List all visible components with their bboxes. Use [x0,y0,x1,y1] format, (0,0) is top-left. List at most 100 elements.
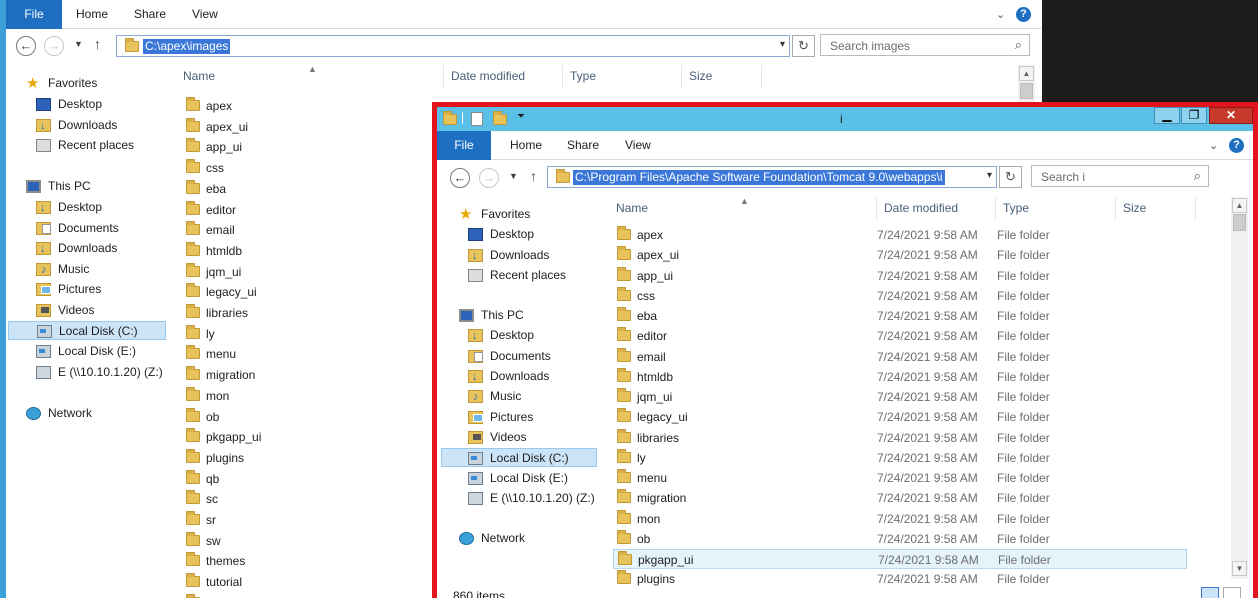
table-row[interactable]: ob 7/24/2021 9:58 AM File folder [613,529,1187,549]
list-item[interactable]: WEB-INF [182,593,422,598]
address-dropdown-icon[interactable]: ▾ [780,39,785,50]
table-row[interactable]: jqm_ui 7/24/2021 9:58 AM File folder [613,387,1187,407]
search-box[interactable]: Search i ⌕ [1031,165,1209,187]
maximize-button[interactable]: ❐ [1181,107,1207,124]
table-row[interactable]: pkgapp_ui 7/24/2021 9:58 AM File folder [613,549,1187,569]
list-item[interactable]: jqm_ui [182,262,422,282]
column-type[interactable]: Type [563,65,682,88]
large-icons-view-icon[interactable] [1223,587,1241,598]
list-item[interactable]: ly [182,324,422,344]
new-folder-icon[interactable] [493,111,507,125]
table-row[interactable]: mon 7/24/2021 9:58 AM File folder [613,509,1187,529]
list-item[interactable]: email [182,220,422,240]
details-view-icon[interactable] [1201,587,1219,598]
column-date-modified[interactable]: Date modified [444,65,563,88]
scroll-up-icon[interactable]: ▲ [1019,66,1034,81]
forward-button[interactable]: → [44,36,64,56]
list-item[interactable]: qb [182,469,422,489]
help-icon[interactable]: ? [1229,138,1244,153]
table-row[interactable]: legacy_ui 7/24/2021 9:58 AM File folder [613,407,1187,427]
list-item[interactable]: css [182,158,422,178]
address-bar[interactable]: C:\Program Files\Apache Software Foundat… [547,166,997,188]
tab-file[interactable]: File [437,131,491,160]
list-item[interactable]: pkgapp_ui [182,427,422,447]
list-item[interactable]: themes [182,551,422,571]
address-bar[interactable]: C:\apex\images ▾ [116,35,790,57]
list-item[interactable]: eba [182,179,422,199]
table-row[interactable]: editor 7/24/2021 9:58 AM File folder [613,326,1187,346]
up-arrow-icon[interactable]: ↑ [530,168,537,184]
table-row[interactable]: htmldb 7/24/2021 9:58 AM File folder [613,367,1187,387]
table-row[interactable]: email 7/24/2021 9:58 AM File folder [613,347,1187,367]
column-type[interactable]: Type [996,197,1116,220]
column-date-modified[interactable]: Date modified [877,197,996,220]
list-item[interactable]: sr [182,510,422,530]
list-item[interactable]: menu [182,344,422,364]
list-item[interactable]: plugins [182,448,422,468]
address-path[interactable]: C:\apex\images [143,39,231,54]
list-item[interactable]: migration [182,365,422,385]
table-row[interactable]: menu 7/24/2021 9:58 AM File folder [613,468,1187,488]
search-icon[interactable]: ⌕ [1194,168,1201,184]
table-row[interactable]: plugins 7/24/2021 9:58 AM File folder [613,569,1187,589]
up-arrow-icon[interactable]: ↑ [94,36,101,52]
back-button[interactable]: ← [450,168,470,188]
tab-view[interactable]: View [625,131,651,160]
table-row[interactable]: eba 7/24/2021 9:58 AM File folder [613,306,1187,326]
list-item[interactable]: apex_ui [182,117,422,137]
table-row[interactable]: apex_ui 7/24/2021 9:58 AM File folder [613,245,1187,265]
search-icon[interactable]: ⌕ [1015,37,1022,53]
vertical-scrollbar[interactable]: ▲ ▼ [1231,197,1248,579]
tab-view[interactable]: View [192,0,218,29]
list-item[interactable]: app_ui [182,137,422,157]
tab-home[interactable]: Home [76,0,108,29]
forward-button[interactable]: → [479,168,499,188]
tab-share[interactable]: Share [134,0,166,29]
close-button[interactable]: ✕ [1209,107,1253,124]
address-path[interactable]: C:\Program Files\Apache Software Foundat… [573,170,945,185]
column-size[interactable]: Size [1116,197,1196,220]
table-row[interactable]: apex 7/24/2021 9:58 AM File folder [613,225,1187,245]
tab-home[interactable]: Home [510,131,542,160]
table-row[interactable]: ly 7/24/2021 9:58 AM File folder [613,448,1187,468]
expand-ribbon-icon[interactable]: ⌄ [996,8,1005,21]
table-row[interactable]: css 7/24/2021 9:58 AM File folder [613,286,1187,306]
address-dropdown-icon[interactable]: ▾ [987,170,992,181]
list-item[interactable]: libraries [182,303,422,323]
list-item[interactable]: htmldb [182,241,422,261]
table-row[interactable]: migration 7/24/2021 9:58 AM File folder [613,488,1187,508]
expand-ribbon-icon[interactable]: ⌄ [1209,139,1218,152]
list-item[interactable]: mon [182,386,422,406]
table-row[interactable]: app_ui 7/24/2021 9:58 AM File folder [613,266,1187,286]
refresh-button[interactable]: ↻ [999,166,1022,188]
column-name[interactable]: Name [176,65,444,88]
recent-locations-chevron-icon[interactable]: ▼ [509,171,518,181]
properties-icon[interactable] [471,112,483,126]
search-box[interactable]: Search images ⌕ [820,34,1030,56]
column-name[interactable]: Name [609,197,877,220]
scroll-down-icon[interactable]: ▼ [1232,561,1247,576]
scroll-thumb[interactable] [1020,83,1033,99]
quick-access-dropdown-icon[interactable]: ⏷ [517,111,525,122]
list-item[interactable]: apex [182,96,422,116]
list-item[interactable]: ob [182,407,422,427]
column-size[interactable]: Size [682,65,762,88]
scroll-up-icon[interactable]: ▲ [1232,198,1247,213]
tab-file[interactable]: File [6,0,62,29]
tab-share[interactable]: Share [567,131,599,160]
list-item[interactable]: sw [182,531,422,551]
nav-local-disk-c[interactable]: Local Disk (C:) [8,321,166,340]
list-item[interactable]: sc [182,489,422,509]
list-item[interactable]: legacy_ui [182,282,422,302]
list-item[interactable]: editor [182,200,422,220]
help-icon[interactable]: ? [1016,7,1031,22]
refresh-button[interactable]: ↻ [792,35,815,57]
nav-local-disk-c[interactable]: Local Disk (C:) [441,448,597,467]
scroll-thumb[interactable] [1233,214,1246,231]
recent-locations-chevron-icon[interactable]: ▼ [74,39,83,49]
list-item[interactable]: tutorial [182,572,422,592]
back-button[interactable]: ← [16,36,36,56]
folder-icon [617,529,631,544]
table-row[interactable]: libraries 7/24/2021 9:58 AM File folder [613,428,1187,448]
minimize-button[interactable]: ▁ [1154,107,1180,124]
